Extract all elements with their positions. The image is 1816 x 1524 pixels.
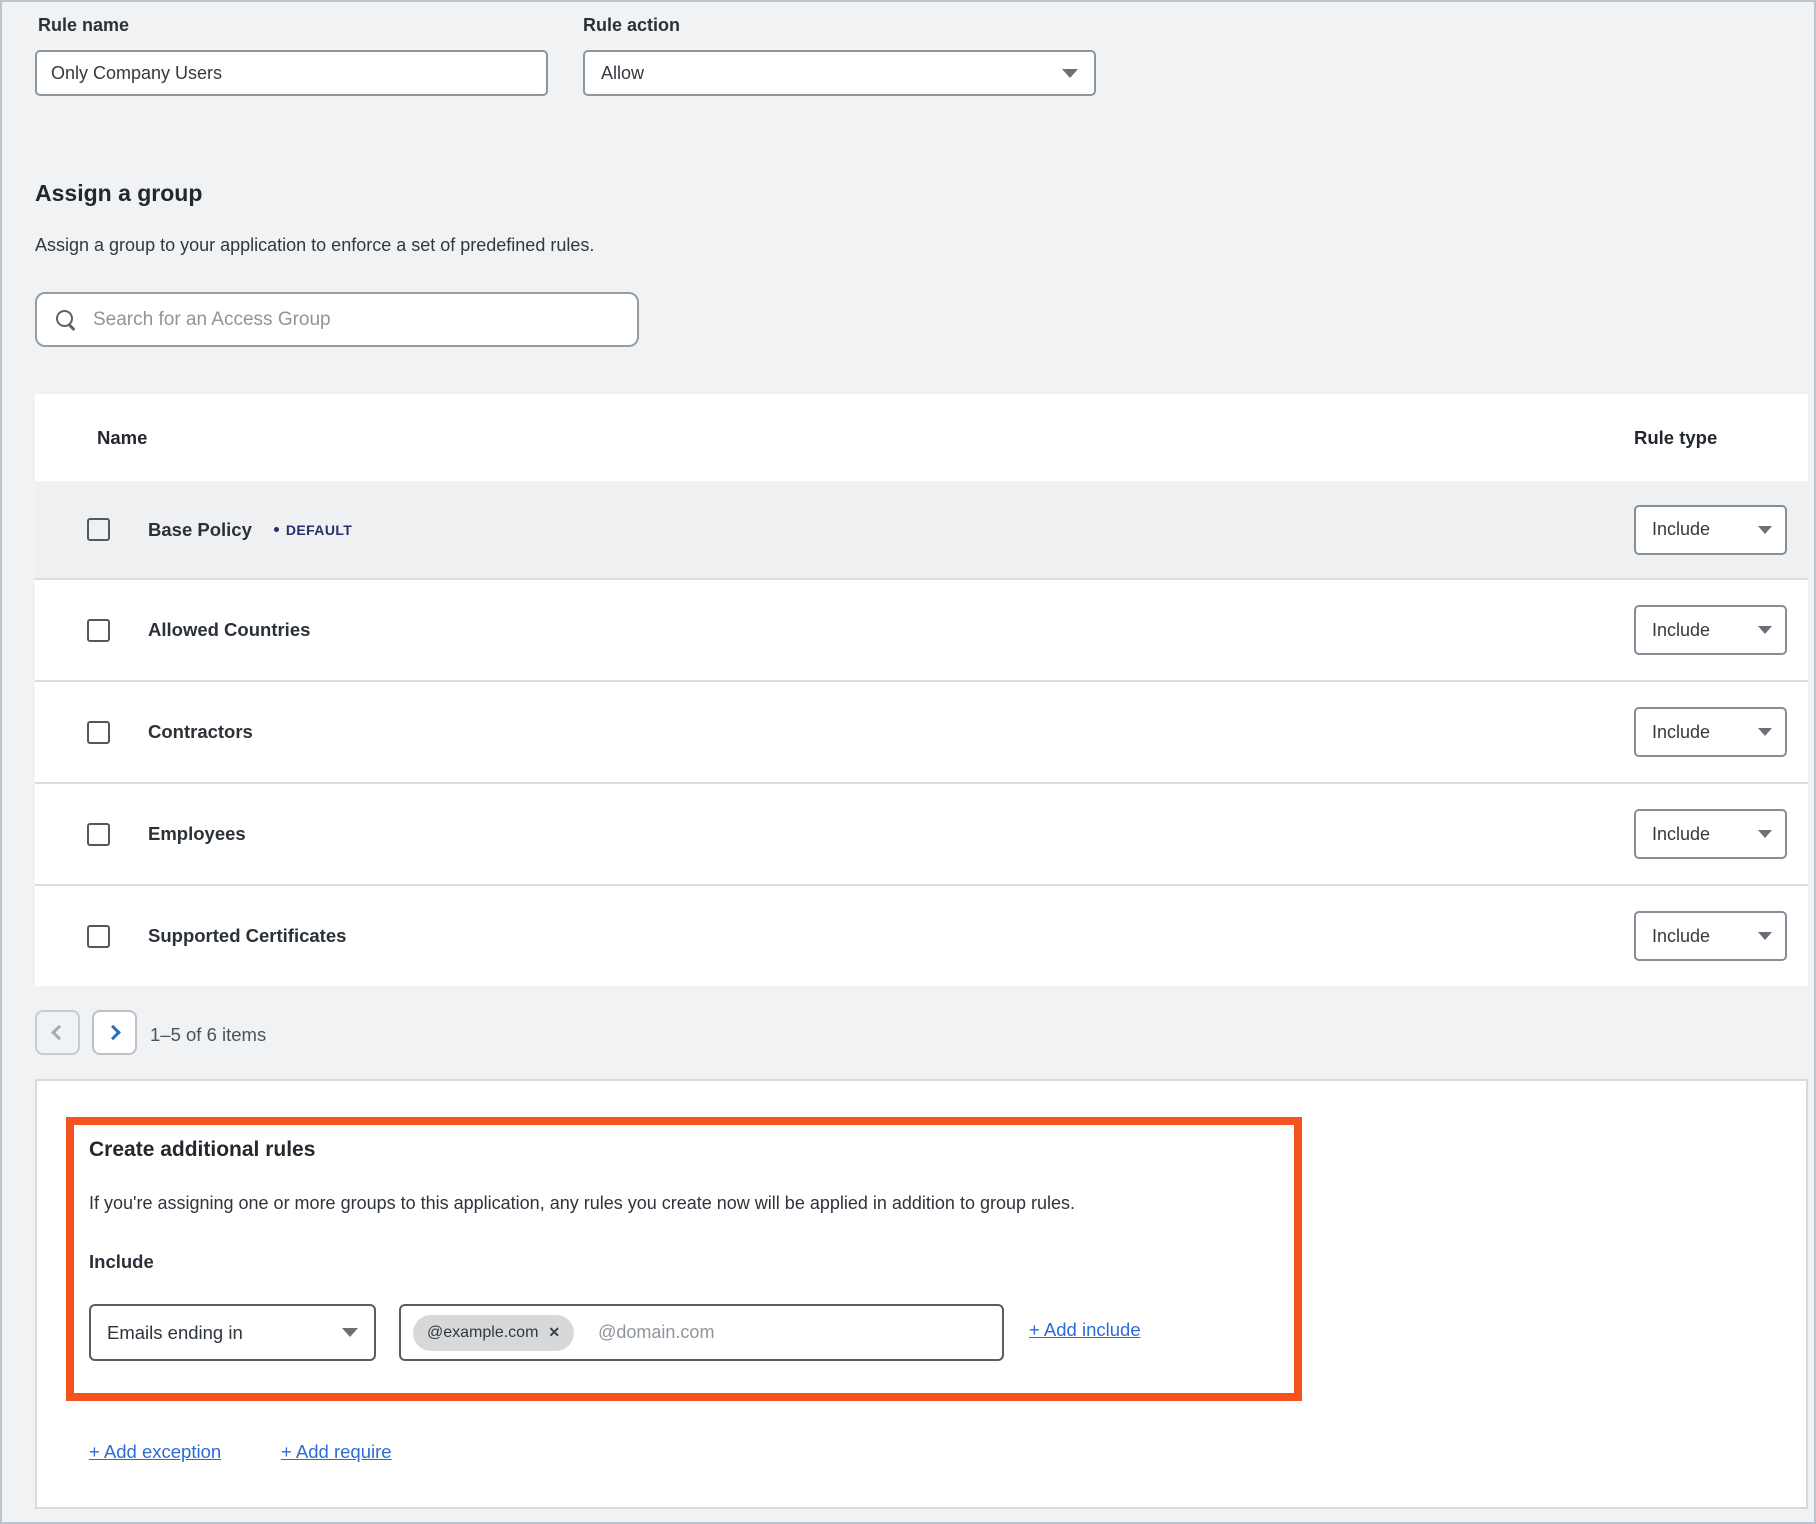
row-name: Base Policy bbox=[148, 519, 252, 541]
badge-dot-icon bbox=[274, 527, 279, 532]
access-rule-page: Rule name Rule action Allow Assign a gro… bbox=[0, 0, 1816, 1524]
row-checkbox[interactable] bbox=[87, 619, 110, 642]
row-name: Allowed Countries bbox=[148, 619, 310, 641]
chevron-down-icon bbox=[1758, 526, 1772, 534]
row-checkbox[interactable] bbox=[87, 721, 110, 744]
email-tag-value: @example.com bbox=[427, 1324, 538, 1342]
rule-selector-value: Emails ending in bbox=[107, 1322, 243, 1344]
row-checkbox[interactable] bbox=[87, 518, 110, 541]
pagination-next-button[interactable] bbox=[92, 1010, 137, 1055]
row-name: Supported Certificates bbox=[148, 925, 346, 947]
rule-type-select[interactable]: Include bbox=[1634, 505, 1787, 555]
rule-type-select[interactable]: Include bbox=[1634, 911, 1787, 961]
email-tag: @example.com ✕ bbox=[413, 1315, 574, 1351]
rule-type-value: Include bbox=[1652, 519, 1710, 540]
row-checkbox[interactable] bbox=[87, 925, 110, 948]
access-groups-table: Name Rule type Base Policy DEFAULT Inclu… bbox=[35, 394, 1808, 986]
add-include-link[interactable]: + Add include bbox=[1029, 1319, 1141, 1341]
rule-name-input[interactable] bbox=[35, 50, 548, 96]
rule-type-select[interactable]: Include bbox=[1634, 605, 1787, 655]
add-exception-link[interactable]: + Add exception bbox=[89, 1441, 221, 1463]
search-placeholder: Search for an Access Group bbox=[93, 309, 331, 331]
additional-rules-description: If you're assigning one or more groups t… bbox=[89, 1193, 1239, 1214]
table-row: Contractors Include bbox=[35, 680, 1808, 782]
chevron-left-icon bbox=[51, 1025, 67, 1041]
rule-type-value: Include bbox=[1652, 722, 1710, 743]
rule-action-value: Allow bbox=[601, 63, 644, 84]
chevron-down-icon bbox=[1758, 932, 1772, 940]
highlight-box: Create additional rules If you're assign… bbox=[66, 1117, 1302, 1401]
table-row: Allowed Countries Include bbox=[35, 578, 1808, 680]
badge-label: DEFAULT bbox=[286, 522, 352, 538]
rule-type-value: Include bbox=[1652, 824, 1710, 845]
rule-type-value: Include bbox=[1652, 620, 1710, 641]
rule-name-label: Rule name bbox=[38, 15, 129, 36]
default-badge: DEFAULT bbox=[274, 522, 352, 538]
table-row: Base Policy DEFAULT Include bbox=[35, 481, 1808, 578]
table-row: Supported Certificates Include bbox=[35, 884, 1808, 986]
pagination-label: 1–5 of 6 items bbox=[150, 1024, 266, 1046]
chevron-down-icon bbox=[1758, 830, 1772, 838]
rule-type-value: Include bbox=[1652, 926, 1710, 947]
email-input-placeholder: @domain.com bbox=[598, 1322, 714, 1343]
search-icon bbox=[55, 309, 77, 331]
additional-rules-title: Create additional rules bbox=[89, 1138, 315, 1162]
row-checkbox[interactable] bbox=[87, 823, 110, 846]
rule-type-select[interactable]: Include bbox=[1634, 809, 1787, 859]
rule-action-select[interactable]: Allow bbox=[583, 50, 1096, 96]
chevron-down-icon bbox=[342, 1328, 358, 1337]
rule-type-select[interactable]: Include bbox=[1634, 707, 1787, 757]
access-group-search[interactable]: Search for an Access Group bbox=[35, 292, 639, 347]
assign-group-heading: Assign a group bbox=[35, 180, 202, 207]
table-header: Name Rule type bbox=[35, 394, 1808, 481]
chevron-down-icon bbox=[1758, 728, 1772, 736]
table-row: Employees Include bbox=[35, 782, 1808, 884]
remove-tag-icon[interactable]: ✕ bbox=[548, 1324, 560, 1341]
rule-selector-dropdown[interactable]: Emails ending in bbox=[89, 1304, 376, 1361]
chevron-down-icon bbox=[1062, 69, 1078, 78]
chevron-right-icon bbox=[105, 1025, 121, 1041]
rule-action-label: Rule action bbox=[583, 15, 680, 36]
column-header-name: Name bbox=[97, 427, 147, 449]
email-domain-input[interactable]: @example.com ✕ @domain.com bbox=[399, 1304, 1004, 1361]
include-label: Include bbox=[89, 1251, 154, 1273]
column-header-rule-type: Rule type bbox=[1634, 427, 1717, 449]
row-name: Contractors bbox=[148, 721, 253, 743]
chevron-down-icon bbox=[1758, 626, 1772, 634]
assign-group-description: Assign a group to your application to en… bbox=[35, 235, 594, 256]
pagination-prev-button[interactable] bbox=[35, 1010, 80, 1055]
add-require-link[interactable]: + Add require bbox=[281, 1441, 392, 1463]
additional-rules-card: Create additional rules If you're assign… bbox=[35, 1079, 1808, 1509]
row-name: Employees bbox=[148, 823, 246, 845]
